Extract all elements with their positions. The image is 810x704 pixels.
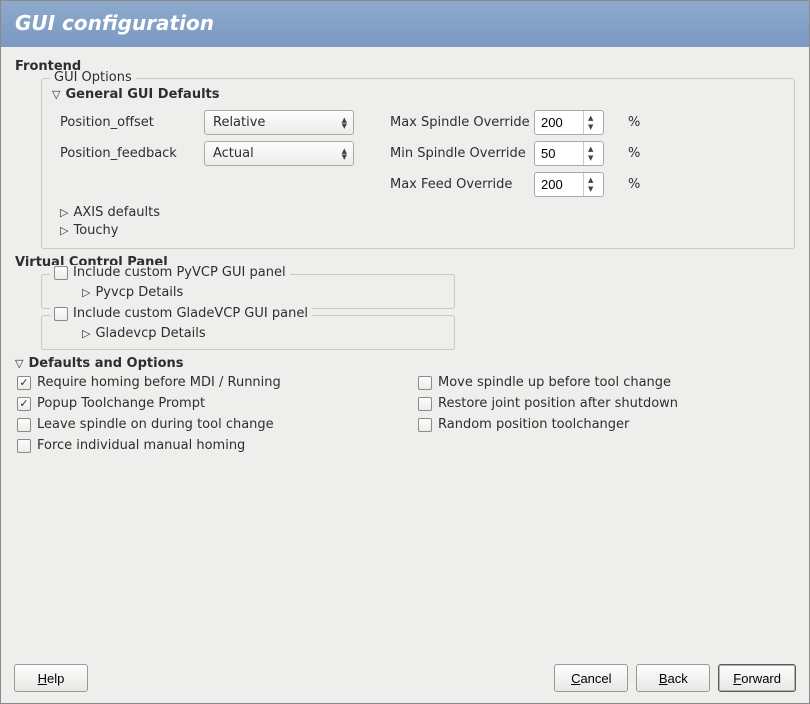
spin-stepper-icon[interactable]: ▲▼ [583, 142, 597, 165]
position-feedback-label: Position_feedback [60, 146, 200, 161]
button-bar: Help Cancel Back Forward [0, 654, 810, 704]
opt-require-homing[interactable]: Require homing before MDI / Running [17, 375, 394, 390]
opt-restore-joint[interactable]: Restore joint position after shutdown [418, 396, 795, 411]
general-gui-defaults-expander[interactable]: General GUI Defaults [52, 87, 784, 102]
max-feed-override-input[interactable] [541, 177, 583, 192]
forward-button[interactable]: Forward [718, 664, 796, 692]
page-title: GUI configuration [15, 11, 214, 35]
gladevcp-checkbox-label: Include custom GladeVCP GUI panel [73, 306, 308, 321]
spin-stepper-icon[interactable]: ▲▼ [583, 111, 597, 134]
chevron-down-icon [15, 358, 23, 369]
pyvcp-fieldset: Include custom PyVCP GUI panel Pyvcp Det… [41, 274, 455, 309]
back-button[interactable]: Back [636, 664, 710, 692]
position-feedback-value: Actual [213, 146, 254, 161]
touchy-label: Touchy [73, 223, 118, 238]
titlebar: GUI configuration [1, 1, 809, 47]
position-offset-combo[interactable]: Relative ▲▼ [204, 110, 354, 135]
combo-stepper-icon: ▲▼ [342, 117, 347, 129]
axis-defaults-expander[interactable]: AXIS defaults [60, 205, 784, 220]
defaults-options-label: Defaults and Options [28, 356, 183, 371]
chevron-right-icon [82, 328, 90, 339]
chevron-right-icon [60, 225, 68, 236]
spin-stepper-icon[interactable]: ▲▼ [583, 173, 597, 196]
opt-label: Move spindle up before tool change [438, 375, 671, 390]
max-feed-override-label: Max Feed Override [390, 177, 530, 192]
max-spindle-override-input[interactable] [541, 115, 583, 130]
position-offset-value: Relative [213, 115, 265, 130]
content-area: Frontend GUI Options General GUI Default… [1, 47, 809, 457]
checkbox-move-spindle-up[interactable] [418, 376, 432, 390]
max-feed-override-spin[interactable]: ▲▼ [534, 172, 604, 197]
opt-label: Restore joint position after shutdown [438, 396, 678, 411]
min-spindle-override-input[interactable] [541, 146, 583, 161]
opt-label: Force individual manual homing [37, 438, 245, 453]
opt-label: Random position toolchanger [438, 417, 629, 432]
opt-label: Popup Toolchange Prompt [37, 396, 205, 411]
opt-force-homing[interactable]: Force individual manual homing [17, 438, 394, 453]
checkbox-random-toolchanger[interactable] [418, 418, 432, 432]
pyvcp-details-label: Pyvcp Details [95, 285, 183, 300]
pyvcp-details-expander[interactable]: Pyvcp Details [82, 285, 444, 300]
checkbox-popup-toolchange[interactable] [17, 397, 31, 411]
chevron-down-icon [52, 89, 60, 100]
opt-leave-spindle[interactable]: Leave spindle on during tool change [17, 417, 394, 432]
gladevcp-legend[interactable]: Include custom GladeVCP GUI panel [50, 306, 312, 321]
opt-label: Leave spindle on during tool change [37, 417, 274, 432]
general-defaults-grid: Position_offset Relative ▲▼ Max Spindle … [60, 110, 784, 197]
pyvcp-checkbox[interactable] [54, 266, 68, 280]
touchy-expander[interactable]: Touchy [60, 223, 784, 238]
checkbox-restore-joint[interactable] [418, 397, 432, 411]
gladevcp-details-expander[interactable]: Gladevcp Details [82, 326, 444, 341]
opt-popup-toolchange[interactable]: Popup Toolchange Prompt [17, 396, 394, 411]
min-spindle-override-label: Min Spindle Override [390, 146, 530, 161]
pyvcp-checkbox-label: Include custom PyVCP GUI panel [73, 265, 286, 280]
max-spindle-override-spin[interactable]: ▲▼ [534, 110, 604, 135]
axis-defaults-label: AXIS defaults [73, 205, 160, 220]
gladevcp-fieldset: Include custom GladeVCP GUI panel Gladev… [41, 315, 455, 350]
min-spindle-override-spin[interactable]: ▲▼ [534, 141, 604, 166]
opt-move-spindle-up[interactable]: Move spindle up before tool change [418, 375, 795, 390]
help-button[interactable]: Help [14, 664, 88, 692]
percent-label: % [628, 146, 648, 161]
gui-options-fieldset: GUI Options General GUI Defaults Positio… [41, 78, 795, 249]
opt-label: Require homing before MDI / Running [37, 375, 281, 390]
checkbox-leave-spindle[interactable] [17, 418, 31, 432]
percent-label: % [628, 177, 648, 192]
options-grid: Require homing before MDI / Running Move… [17, 375, 795, 453]
percent-label: % [628, 115, 648, 130]
opt-random-toolchanger[interactable]: Random position toolchanger [418, 417, 795, 432]
pyvcp-legend[interactable]: Include custom PyVCP GUI panel [50, 265, 290, 280]
checkbox-force-homing[interactable] [17, 439, 31, 453]
gladevcp-details-label: Gladevcp Details [95, 326, 205, 341]
gui-options-legend: GUI Options [50, 70, 136, 85]
general-gui-defaults-label: General GUI Defaults [65, 87, 219, 102]
gladevcp-checkbox[interactable] [54, 307, 68, 321]
chevron-right-icon [60, 207, 68, 218]
chevron-right-icon [82, 287, 90, 298]
position-offset-label: Position_offset [60, 115, 200, 130]
combo-stepper-icon: ▲▼ [342, 148, 347, 160]
cancel-button[interactable]: Cancel [554, 664, 628, 692]
defaults-options-expander[interactable]: Defaults and Options [15, 356, 795, 371]
max-spindle-override-label: Max Spindle Override [390, 115, 530, 130]
checkbox-require-homing[interactable] [17, 376, 31, 390]
position-feedback-combo[interactable]: Actual ▲▼ [204, 141, 354, 166]
